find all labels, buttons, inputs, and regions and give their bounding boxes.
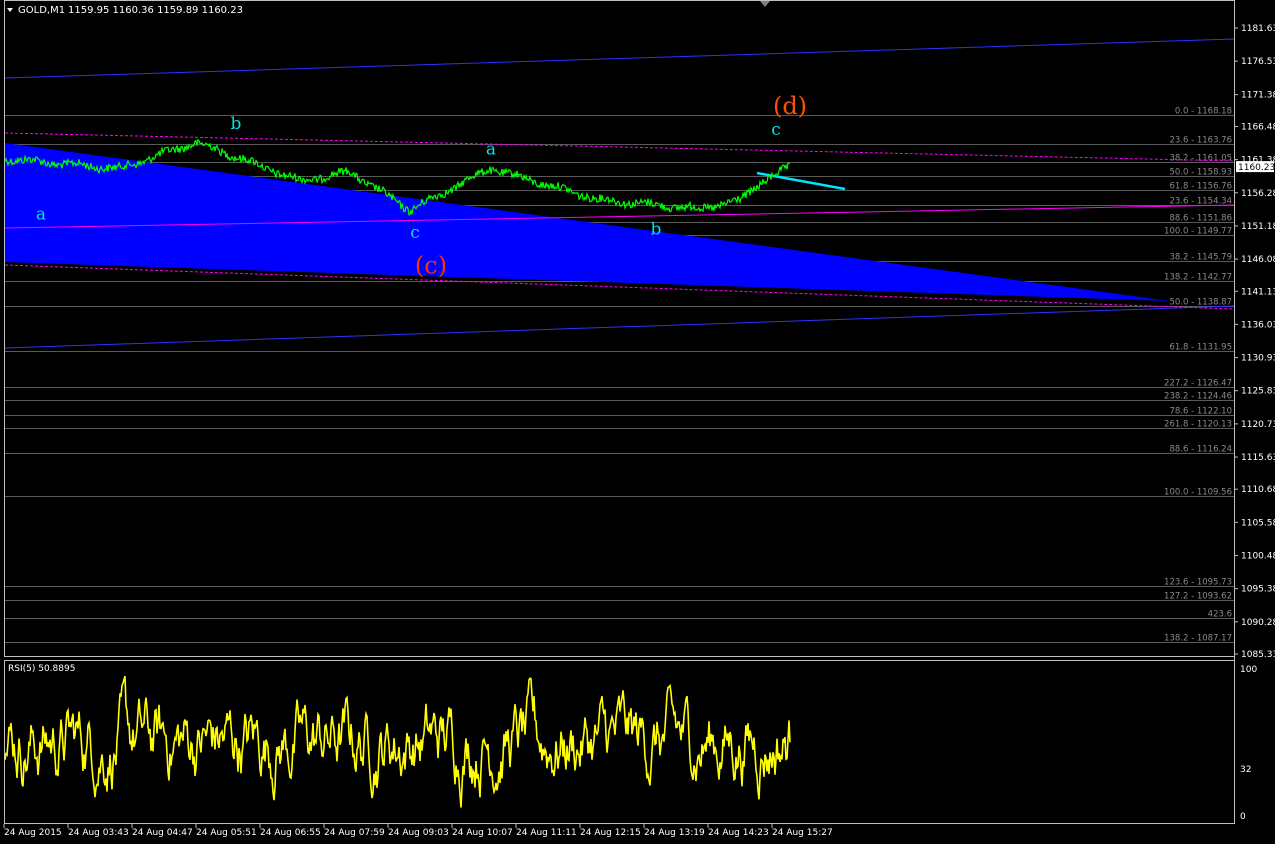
price-tick-label: 1181.63 <box>1241 24 1275 34</box>
svg-text:1160.23: 1160.23 <box>1238 163 1275 173</box>
current-price-tag: 1160.23 <box>1236 161 1275 173</box>
time-tick-label: 24 Aug 14:23 <box>708 828 769 838</box>
rsi-level-label: 0 <box>1240 812 1246 822</box>
shift-marker-icon[interactable] <box>760 1 770 7</box>
price-tick-label: 1156.28 <box>1241 189 1275 199</box>
fib-level-label: 138.2 - 1142.77 <box>1164 273 1232 283</box>
wave-label: c <box>410 223 420 243</box>
fib-level-label: 88.6 - 1151.86 <box>1169 214 1232 224</box>
time-tick-label: 24 Aug 03:43 <box>68 828 129 838</box>
price-tick-label: 1141.13 <box>1241 287 1275 297</box>
fib-level-label: 261.8 - 1120.13 <box>1164 420 1232 430</box>
rsi-label: RSI(5) 50.8895 <box>8 664 75 674</box>
fib-level-label: 238.2 - 1124.46 <box>1164 392 1232 402</box>
fib-level-label: 100.0 - 1109.56 <box>1164 488 1232 498</box>
price-tick-label: 1085.33 <box>1241 650 1275 660</box>
fib-level-label: 61.8 - 1156.76 <box>1169 182 1232 192</box>
fib-level-label: 138.2 - 1087.17 <box>1164 634 1232 644</box>
price-tick-label: 1115.63 <box>1241 453 1275 463</box>
trading-chart[interactable]: GOLD,M1 1159.95 1160.36 1159.89 1160.23 … <box>0 0 1275 844</box>
fib-level-label: 88.6 - 1116.24 <box>1169 445 1232 455</box>
fib-level-label: 100.0 - 1149.77 <box>1164 227 1232 237</box>
rsi-indicator: 100 32 0 <box>4 665 1257 822</box>
fib-level-label: 23.6 - 1163.76 <box>1169 136 1232 146</box>
time-tick-label: 24 Aug 09:03 <box>388 828 449 838</box>
time-axis: 24 Aug 2015 24 Aug 03:43 24 Aug 04:47 24 Au… <box>3 824 833 838</box>
time-tick-label: 24 Aug 12:15 <box>580 828 641 838</box>
symbol-label: GOLD,M1 <box>18 5 65 16</box>
price-tick-label: 1125.83 <box>1241 387 1275 397</box>
price-tick-label: 1110.68 <box>1241 485 1275 495</box>
price-tick-label: 1171.38 <box>1241 91 1275 101</box>
time-tick-label: 24 Aug 2015 <box>4 828 62 838</box>
fib-level-label: 61.8 - 1131.95 <box>1169 343 1232 353</box>
wave-label: (c) <box>415 251 447 279</box>
price-tick-label: 1151.18 <box>1241 222 1275 232</box>
wave-label: a <box>36 204 46 224</box>
fib-level-label: 123.6 - 1095.73 <box>1164 578 1232 588</box>
main-chart-frame <box>4 0 1235 657</box>
fib-level-label: 38.2 - 1161.05 <box>1169 154 1232 164</box>
lower-channel-line[interactable] <box>4 305 1235 349</box>
time-tick-label: 24 Aug 11:11 <box>516 828 577 838</box>
fib-level-label: 78.6 - 1122.10 <box>1169 407 1232 417</box>
price-tick-label: 1176.53 <box>1241 57 1275 67</box>
time-tick-label: 24 Aug 05:51 <box>196 828 257 838</box>
price-tick-label: 1090.28 <box>1241 618 1275 628</box>
price-tick-label: 1120.73 <box>1241 420 1275 430</box>
rsi-line <box>4 675 791 808</box>
chart-header: GOLD,M1 1159.95 1160.36 1159.89 1160.23 <box>7 5 243 16</box>
price-tick-label: 1130.93 <box>1241 354 1275 364</box>
fib-level-label: 227.2 - 1126.47 <box>1164 379 1232 389</box>
time-tick-label: 24 Aug 06:55 <box>260 828 321 838</box>
time-tick-label: 24 Aug 10:07 <box>452 828 513 838</box>
upper-channel-line[interactable] <box>4 38 1235 79</box>
price-tick-label: 1105.58 <box>1241 518 1275 528</box>
wave-label: (d) <box>773 92 807 120</box>
cyan-trendline[interactable] <box>756 171 846 191</box>
fib-level-label: 50.0 - 1158.93 <box>1169 168 1232 178</box>
drawing-objects[interactable] <box>4 38 1235 349</box>
price-tick-label: 1136.03 <box>1241 320 1275 330</box>
rsi-level-label: 100 <box>1240 665 1257 675</box>
dropdown-triangle-icon[interactable] <box>7 8 13 12</box>
price-tick-label: 1146.08 <box>1241 255 1275 265</box>
price-tick-label: 1100.48 <box>1241 552 1275 562</box>
price-tick-label: 1166.48 <box>1241 122 1275 132</box>
ohlc-values: 1159.95 1160.36 1159.89 1160.23 <box>68 5 243 16</box>
price-tick-label: 1095.38 <box>1241 585 1275 595</box>
rsi-level-label: 32 <box>1240 765 1251 775</box>
rsi-panel-frame <box>4 660 1235 824</box>
fib-level-label: 127.2 - 1093.62 <box>1164 592 1232 602</box>
wave-label: b <box>651 219 662 239</box>
time-tick-label: 24 Aug 07:59 <box>324 828 385 838</box>
fib-level-label: 423.6 <box>1208 610 1232 620</box>
wave-label: b <box>231 114 242 134</box>
time-tick-label: 24 Aug 13:19 <box>644 828 705 838</box>
wave-label: c <box>771 120 781 140</box>
wave-label: a <box>486 139 496 159</box>
price-axis: 1181.631176.531171.381166.481161.381156.… <box>1234 24 1275 660</box>
fib-level-label: 38.2 - 1145.79 <box>1169 253 1232 263</box>
time-tick-label: 24 Aug 15:27 <box>772 828 833 838</box>
magenta-dashed-upper[interactable] <box>4 132 1235 162</box>
time-tick-label: 24 Aug 04:47 <box>132 828 193 838</box>
fib-level-label: 0.0 - 1168.18 <box>1175 107 1232 117</box>
